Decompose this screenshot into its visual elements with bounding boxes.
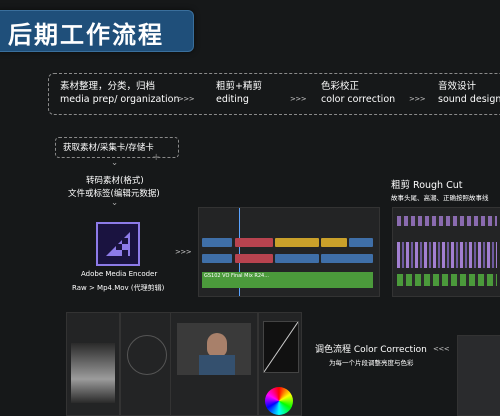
curves-graph (263, 321, 299, 373)
flow-arrow: >>> (178, 95, 195, 103)
program-monitor (170, 312, 258, 416)
timeline-clip[interactable] (275, 238, 319, 247)
audio-label: GS102 VO Final Mix R24... (204, 273, 270, 279)
step-color-en: color correction (321, 94, 396, 105)
step-editing-zh: 粗剪+精剪 (216, 81, 262, 92)
timeline-clip[interactable] (321, 238, 347, 247)
timeline-clip[interactable] (235, 254, 273, 263)
step-sound: 音效设计 sound design (438, 80, 500, 106)
page-title: 后期工作流程 (8, 21, 164, 49)
waveform-scope (66, 312, 120, 416)
flow-arrow: >>> (175, 248, 192, 256)
timeline-clip[interactable] (202, 254, 232, 263)
timeline-clip[interactable] (321, 254, 373, 263)
transcode-line1: 转码素材(格式) (86, 176, 144, 186)
timeline-clip[interactable] (235, 238, 273, 247)
step-editing-en: editing (216, 94, 249, 105)
step-sound-en: sound design (438, 94, 500, 105)
flow-arrow: >>> (409, 95, 426, 103)
step-editing: 粗剪+精剪 editing (216, 80, 262, 106)
timeline-panel: GS102 VO Final Mix R24... (198, 207, 380, 297)
step-color: 色彩校正 color correction (321, 80, 395, 106)
down-arrow-icon: ⌄ (111, 158, 119, 168)
color-subtitle: 为每一个片段调整亮度与色彩 (329, 359, 414, 367)
color-wheel[interactable] (265, 387, 293, 415)
timeline-clip[interactable] (202, 238, 232, 247)
device-preview (457, 335, 500, 416)
step-organize-zh: 素材整理，分类，归档 (60, 81, 156, 92)
timeline-clip[interactable] (349, 238, 373, 247)
rough-cut-timeline (392, 207, 500, 297)
step-color-zh: 色彩校正 (321, 81, 360, 92)
vectorscope (120, 312, 172, 416)
ame-name: Adobe Media Encoder (81, 270, 158, 278)
ame-logo-icon (106, 232, 130, 256)
step-sound-zh: 音效设计 (438, 81, 477, 92)
rough-cut-clips (397, 242, 497, 268)
person-shirt (199, 355, 235, 375)
person-face (207, 333, 227, 357)
curve-line (263, 321, 299, 373)
step-organize-en: media prep/ organization (60, 94, 180, 105)
ame-output: Raw > Mp4.Mov (代理剪辑) (72, 284, 165, 292)
rough-cut-title: 粗剪 Rough Cut (391, 180, 463, 191)
ame-logo-icon (96, 222, 140, 266)
lumetri-panel (258, 312, 302, 416)
color-title: 调色流程 Color Correction (315, 345, 427, 355)
plus-icon: + (152, 152, 161, 163)
timeline-clip[interactable] (275, 254, 319, 263)
flow-arrow: >>> (290, 95, 307, 103)
step-organize: 素材整理，分类，归档 media prep/ organization (60, 80, 180, 106)
back-arrow: <<< (433, 345, 450, 353)
source-label: 获取素材/采集卡/存储卡 (63, 143, 154, 153)
rough-cut-audio (397, 274, 497, 286)
vectorscope-circle (127, 335, 167, 375)
video-preview (177, 323, 251, 375)
rough-cut-subtitle: 故事头尾、高潮、正确按照故事线 (391, 194, 489, 202)
rough-cut-clips (397, 216, 497, 226)
down-arrow-icon: ⌄ (111, 198, 119, 208)
waveform-graph (71, 343, 115, 403)
